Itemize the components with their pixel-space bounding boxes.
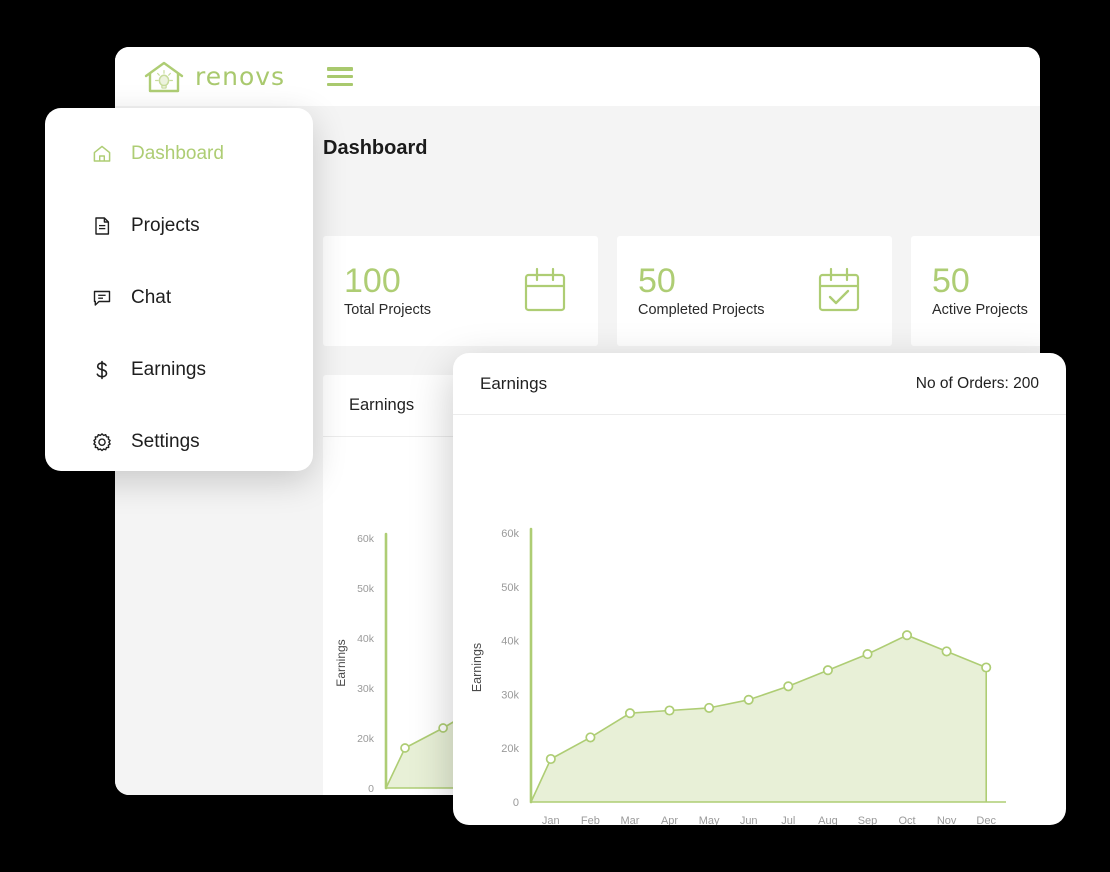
- sidebar-item-label: Settings: [131, 431, 200, 452]
- svg-text:Sep: Sep: [858, 815, 878, 825]
- svg-text:Earnings: Earnings: [334, 639, 348, 686]
- stat-label: Total Projects: [344, 302, 432, 319]
- home-icon: [93, 145, 111, 162]
- sidebar-item-label: Chat: [131, 287, 172, 308]
- hamburger-icon[interactable]: [327, 67, 354, 86]
- svg-text:50k: 50k: [357, 583, 375, 595]
- earnings-popup-body: 0 20k 30k 40k 50k 60k Jan Feb Mar Apr May Jun Jul Aug…: [453, 415, 1066, 825]
- stat-label: Completed Projects: [638, 302, 765, 319]
- earnings-popup-header: Earnings No of Orders: 200: [453, 353, 1066, 415]
- stat-card-active-projects[interactable]: 50 Active Projects: [911, 236, 1040, 346]
- stat-label: Active Projects: [932, 302, 1028, 319]
- screenshot-stage: renovs Dashboard 100 Total Projects 50 C…: [0, 0, 1110, 872]
- svg-text:Dec: Dec: [976, 815, 996, 825]
- svg-text:Aug: Aug: [818, 815, 838, 825]
- svg-text:0: 0: [368, 783, 374, 795]
- gear-icon: [93, 433, 111, 452]
- svg-text:20k: 20k: [357, 733, 375, 745]
- house-lightbulb-icon: [144, 61, 184, 92]
- sidebar-item-chat[interactable]: Chat: [45, 278, 313, 318]
- svg-text:Feb: Feb: [581, 815, 600, 825]
- sidebar-menu: Dashboard Projects Chat Earnings Setting…: [45, 108, 313, 471]
- area-chart-popup: 0 20k 30k 40k 50k 60k Jan Feb Mar Apr May Jun Jul Aug…: [470, 527, 1006, 825]
- svg-text:20k: 20k: [501, 743, 519, 755]
- stat-cards-row: 100 Total Projects 50 Completed Projects: [323, 236, 1040, 346]
- sidebar-item-label: Projects: [131, 215, 200, 236]
- svg-text:60k: 60k: [501, 528, 519, 540]
- svg-text:40k: 40k: [501, 636, 519, 648]
- svg-text:Jul: Jul: [781, 815, 795, 825]
- sidebar-item-label: Dashboard: [131, 143, 224, 164]
- page-title: Dashboard: [323, 137, 428, 159]
- stat-card-total-projects[interactable]: 100 Total Projects: [323, 236, 598, 346]
- svg-text:Earnings: Earnings: [470, 643, 484, 692]
- chat-bubble-icon: [93, 290, 111, 306]
- svg-text:Apr: Apr: [661, 815, 678, 825]
- stat-card-completed-projects[interactable]: 50 Completed Projects: [617, 236, 892, 346]
- svg-text:Jan: Jan: [542, 815, 560, 825]
- earnings-popup: Earnings No of Orders: 200 0 20k 30k 40k 50k…: [453, 353, 1066, 825]
- earnings-card-title: Earnings: [349, 396, 415, 414]
- sidebar-item-projects[interactable]: Projects: [45, 206, 313, 246]
- document-icon: [95, 217, 110, 235]
- svg-text:Oct: Oct: [898, 815, 915, 825]
- brand-name: renovs: [195, 62, 286, 91]
- sidebar-item-label: Earnings: [131, 359, 206, 380]
- svg-text:40k: 40k: [357, 633, 375, 645]
- sidebar-item-settings[interactable]: Settings: [45, 422, 313, 462]
- dollar-icon: [96, 360, 108, 380]
- svg-text:May: May: [699, 815, 720, 825]
- earnings-popup-orders: No of Orders: 200: [915, 374, 1039, 392]
- stat-value: 100: [344, 261, 401, 300]
- svg-text:50k: 50k: [501, 582, 519, 594]
- earnings-popup-title: Earnings: [480, 373, 548, 393]
- stat-value: 50: [932, 261, 970, 300]
- svg-text:Mar: Mar: [621, 815, 640, 825]
- top-bar: renovs: [115, 47, 1040, 106]
- brand[interactable]: renovs: [143, 60, 285, 94]
- calendar-icon: [524, 267, 566, 312]
- svg-text:30k: 30k: [357, 683, 375, 695]
- svg-text:30k: 30k: [501, 689, 519, 701]
- svg-text:Jun: Jun: [740, 815, 758, 825]
- stat-value: 50: [638, 261, 676, 300]
- sidebar-item-earnings[interactable]: Earnings: [45, 350, 313, 390]
- sidebar-item-dashboard[interactable]: Dashboard: [45, 134, 313, 174]
- calendar-check-icon: [818, 267, 860, 312]
- svg-text:Nov: Nov: [937, 815, 957, 825]
- svg-text:0: 0: [513, 797, 519, 809]
- svg-text:60k: 60k: [357, 533, 375, 545]
